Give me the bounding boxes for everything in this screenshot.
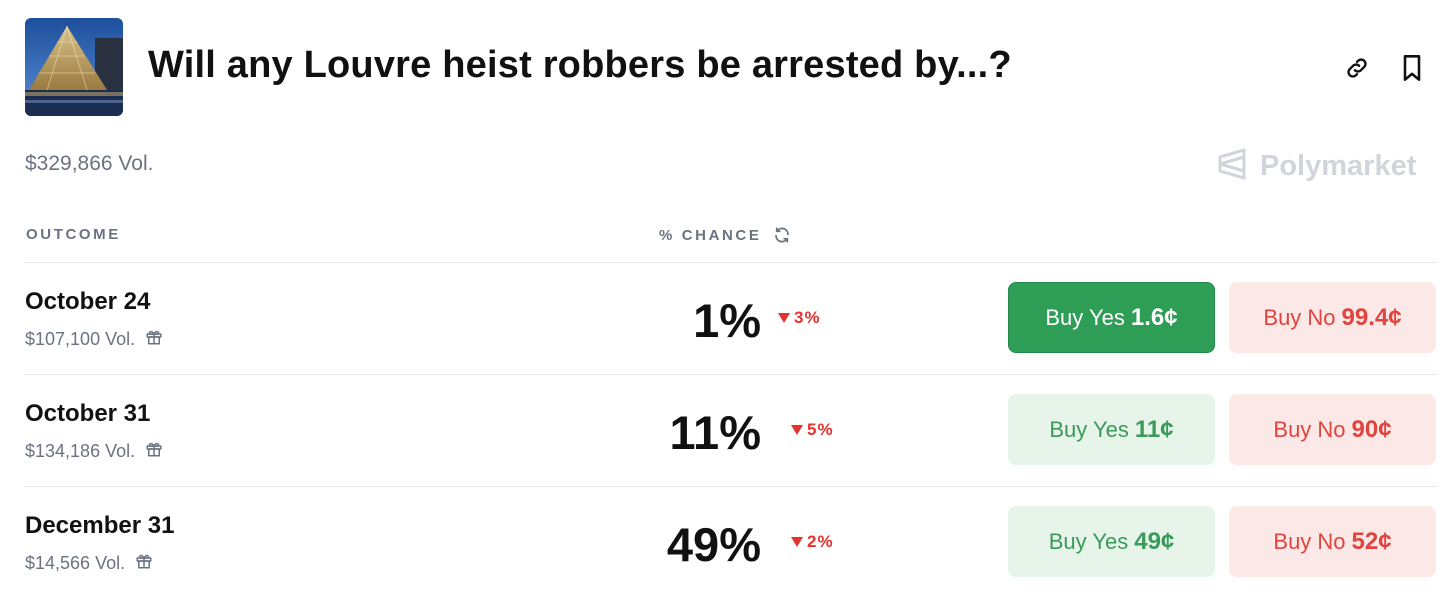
chance-change: 3% xyxy=(778,308,821,328)
outcome-row[interactable]: December 31 $14,566 Vol. 49% 2% Buy Yes … xyxy=(25,486,1437,599)
outcome-name: October 31 xyxy=(25,400,151,427)
buy-yes-label: Buy Yes xyxy=(1049,416,1129,442)
buy-yes-price: 11¢ xyxy=(1134,415,1174,443)
outcome-volume: $134,186 Vol. xyxy=(25,440,163,463)
brand-name: Polymarket xyxy=(1260,149,1417,182)
buy-no-price: 90¢ xyxy=(1351,415,1392,443)
outcome-chance: 1% xyxy=(693,294,761,347)
triangle-down-icon xyxy=(778,308,790,328)
outcome-chance: 11% xyxy=(669,406,761,459)
buy-no-label: Buy No xyxy=(1263,304,1336,330)
chance-column-header: % CHANCE xyxy=(659,226,791,244)
outcome-name: December 31 xyxy=(25,512,175,539)
market-volume: $329,866 Vol. xyxy=(25,152,154,175)
triangle-down-icon xyxy=(791,420,803,440)
outcome-column-header: OUTCOME xyxy=(26,226,121,243)
gift-icon xyxy=(145,328,163,351)
buy-yes-price: 1.6¢ xyxy=(1130,303,1178,331)
gift-icon xyxy=(145,440,163,463)
buy-no-button[interactable]: Buy No 90¢ xyxy=(1229,394,1436,465)
triangle-down-icon xyxy=(791,532,803,552)
chance-change: 5% xyxy=(791,420,834,440)
outcome-volume-text: $107,100 Vol. xyxy=(25,329,136,349)
polymarket-logo-icon xyxy=(1216,147,1248,186)
buy-yes-label: Buy Yes xyxy=(1048,528,1129,554)
buy-no-label: Buy No xyxy=(1273,528,1346,554)
outcome-volume-text: $14,566 Vol. xyxy=(25,553,126,573)
buy-no-label: Buy No xyxy=(1273,416,1346,442)
market-title: Will any Louvre heist robbers be arreste… xyxy=(148,44,1012,86)
chance-change-value: 5% xyxy=(807,420,834,439)
refresh-icon[interactable] xyxy=(773,226,791,244)
buy-yes-button[interactable]: Buy Yes 11¢ xyxy=(1008,394,1215,465)
outcome-name: October 24 xyxy=(25,288,151,315)
outcome-chance: 49% xyxy=(666,518,761,571)
outcome-row[interactable]: October 31 $134,186 Vol. 11% 5% Buy Yes … xyxy=(25,374,1437,487)
outcome-row[interactable]: October 24 $107,100 Vol. 1% 3% Buy Yes 1… xyxy=(25,262,1437,375)
buy-no-button[interactable]: Buy No 99.4¢ xyxy=(1229,282,1436,353)
buy-yes-price: 49¢ xyxy=(1134,527,1175,555)
buy-yes-button[interactable]: Buy Yes 49¢ xyxy=(1008,506,1215,577)
market-thumbnail xyxy=(25,18,123,116)
gift-icon xyxy=(135,552,153,575)
link-icon[interactable] xyxy=(1341,52,1373,84)
chance-change-value: 2% xyxy=(807,532,834,551)
buy-yes-label: Buy Yes xyxy=(1045,304,1125,330)
buy-no-price: 99.4¢ xyxy=(1341,303,1402,331)
polymarket-brand: Polymarket xyxy=(1216,146,1416,186)
bookmark-icon[interactable] xyxy=(1396,52,1428,84)
outcome-volume: $14,566 Vol. xyxy=(25,552,153,575)
outcome-volume: $107,100 Vol. xyxy=(25,328,163,351)
buy-no-price: 52¢ xyxy=(1351,527,1392,555)
buy-no-button[interactable]: Buy No 52¢ xyxy=(1229,506,1436,577)
chance-change: 2% xyxy=(791,532,834,552)
buy-yes-button[interactable]: Buy Yes 1.6¢ xyxy=(1008,282,1215,353)
chance-change-value: 3% xyxy=(794,308,821,327)
chance-column-label: % CHANCE xyxy=(659,226,762,244)
outcome-volume-text: $134,186 Vol. xyxy=(25,441,136,461)
market-header: Will any Louvre heist robbers be arreste… xyxy=(25,18,1435,116)
